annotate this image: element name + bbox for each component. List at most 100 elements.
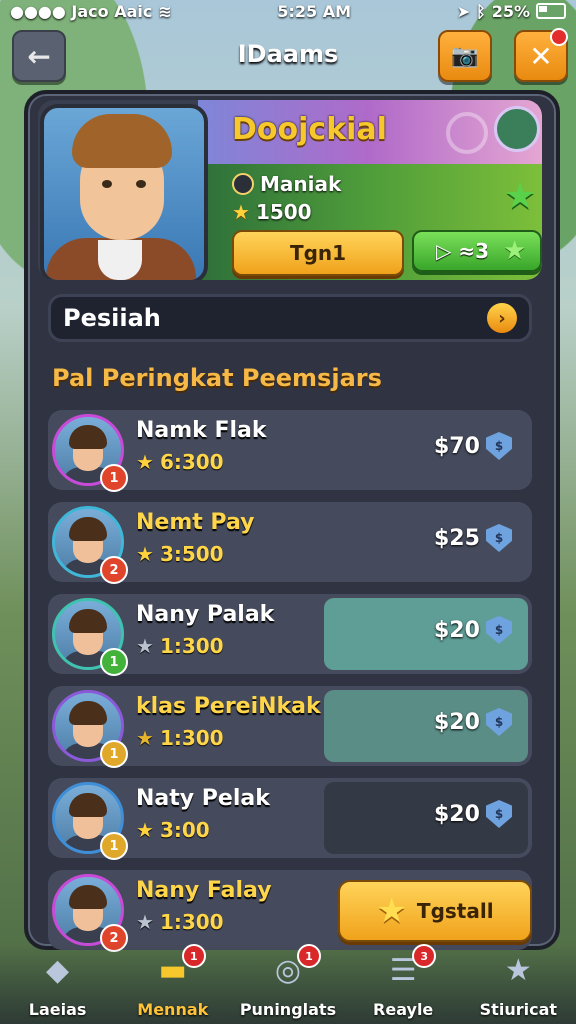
player-score: ★ 1:300 xyxy=(136,910,224,934)
player-score: ★ 1:300 xyxy=(136,726,224,750)
notification-badge: 3 xyxy=(412,944,437,968)
close-button[interactable]: ✕ xyxy=(514,28,568,82)
leaderboard-row[interactable]: 2 Nemt Pay ★ 3:500 $25 $ xyxy=(48,502,532,584)
nav-label: Reayle xyxy=(373,1000,434,1019)
player-score: ★ 3:500 xyxy=(136,542,224,566)
green-star-icon: ★ xyxy=(503,236,527,266)
friend-avatar[interactable] xyxy=(494,106,540,152)
avatar-hair xyxy=(69,793,107,817)
prize-amount: $25 xyxy=(434,526,480,551)
nav-item-reayle[interactable]: ☰ 3 Reayle xyxy=(348,944,458,1024)
nav-item-stiuricat[interactable]: ★ Stiuricat xyxy=(463,944,573,1024)
score-value: 1:300 xyxy=(159,634,224,658)
rank-badge: 2 xyxy=(100,556,128,584)
leaderboard-row[interactable]: 2 Nany Falay ★ 1:300 ★ Tgstall xyxy=(48,870,532,952)
leaderboard-row[interactable]: 1 klas PereiNkak ★ 1:300 $20 $ xyxy=(48,686,532,768)
location-icon: ➤ xyxy=(456,1,471,21)
prize-amount: $20 xyxy=(434,710,480,735)
player-score: ★ 3:00 xyxy=(136,818,210,842)
player-status-row: Maniak xyxy=(232,172,341,196)
primary-action-button[interactable]: Tgn1 xyxy=(232,230,404,276)
nav-item-puninglats[interactable]: ◎ 1 Puninglats xyxy=(233,944,343,1024)
player-name: Doojckial xyxy=(232,112,387,147)
player-name: Nany Palak xyxy=(136,602,275,627)
rank-badge: 1 xyxy=(100,648,128,676)
bottom-nav: ◆ Laeias ▬ 1 Mennak ◎ 1 Puninglats ☰ 3 Reayle ★ Stiu… xyxy=(0,944,576,1024)
score-value: 6:300 xyxy=(159,450,224,474)
carrier-label: ●●●● Jaco Aaic xyxy=(10,1,153,21)
play-button[interactable]: ▷ ≈3 ★ xyxy=(412,230,542,272)
avatar-eye-left xyxy=(102,180,112,188)
leaderboard-row[interactable]: 1 Nany Palak ★ 1:300 $20 $ xyxy=(48,594,532,676)
claim-button[interactable]: ★ Tgstall xyxy=(338,880,532,942)
nav-label: Mennak xyxy=(137,1000,209,1019)
star-icon: ★ xyxy=(232,200,250,224)
rank-badge: 1 xyxy=(100,464,128,492)
search-bar[interactable]: Pesiiah › xyxy=(48,294,532,342)
player-name: Nemt Pay xyxy=(136,510,255,535)
notification-badge: 1 xyxy=(296,944,321,968)
star-icon: ★ xyxy=(136,910,154,934)
camera-icon: 📷 xyxy=(451,43,479,69)
clock-label: 5:25 AM xyxy=(277,1,352,21)
star-icon: ★ xyxy=(136,726,154,750)
star-icon: ★ xyxy=(136,818,154,842)
score-value: 1:300 xyxy=(159,910,224,934)
player-score: ★ 6:300 xyxy=(136,450,224,474)
bluetooth-icon: ᛒ xyxy=(476,1,486,21)
chevron-right-icon[interactable]: › xyxy=(487,303,517,333)
profile-card: Doojckial Maniak ★ 1500 ★ Tgn1 ▷ ≈3 ★ xyxy=(38,100,542,280)
clock-icon xyxy=(232,173,254,195)
avatar-hair xyxy=(69,425,107,449)
nav-icon: ◆ xyxy=(46,952,70,988)
prize-amount: $20 xyxy=(434,802,480,827)
battery-icon xyxy=(536,3,566,19)
avatar-hair xyxy=(72,114,172,168)
close-icon: ✕ xyxy=(529,39,553,73)
nav-item-laeias[interactable]: ◆ Laeias xyxy=(3,944,113,1024)
nav-label: Puninglats xyxy=(239,1000,337,1019)
player-name: klas PereiNkak xyxy=(136,694,321,719)
shield-icon: $ xyxy=(486,432,512,460)
player-points: 1500 xyxy=(255,200,312,224)
star-icon: ★ xyxy=(376,891,407,931)
leaderboard-list: 1 Namk Flak ★ 6:300 $70 $ 2 Nemt Pay ★ 3… xyxy=(48,410,532,962)
nav-label: Laeias xyxy=(28,1000,87,1019)
search-label: Pesiiah xyxy=(63,304,161,332)
prize-amount: $70 xyxy=(434,434,480,459)
avatar-hair xyxy=(69,701,107,725)
star-icon: ★ xyxy=(136,634,154,658)
green-star-icon: ★ xyxy=(504,176,537,217)
arrow-left-icon: ← xyxy=(27,39,51,73)
camera-button[interactable]: 📷 xyxy=(438,30,492,82)
leaderboard-row[interactable]: 1 Namk Flak ★ 6:300 $70 $ xyxy=(48,410,532,492)
player-name: Namk Flak xyxy=(136,418,267,443)
top-bar: ← IDaams 📷 ✕ xyxy=(0,28,576,82)
progress-ring-icon xyxy=(446,112,488,154)
shield-icon: $ xyxy=(486,524,512,552)
back-button[interactable]: ← xyxy=(12,30,66,82)
star-icon: ★ xyxy=(136,450,154,474)
avatar-hair xyxy=(69,517,107,541)
rank-badge: 1 xyxy=(100,740,128,768)
battery-percent: 25% xyxy=(491,1,530,21)
player-points-row: ★ 1500 xyxy=(232,200,312,224)
leaderboard-title: Pal Peringkat Peemsjars xyxy=(52,364,382,392)
player-name: Naty Pelak xyxy=(136,786,270,811)
avatar-collar xyxy=(98,240,142,280)
nav-label: Stiuricat xyxy=(479,1000,558,1019)
player-avatar[interactable] xyxy=(40,104,208,280)
avatar-eye-right xyxy=(136,180,146,188)
nav-item-mennak[interactable]: ▬ 1 Mennak xyxy=(118,944,228,1024)
play-button-label: ▷ ≈3 xyxy=(436,239,490,263)
claim-button-label: Tgstall xyxy=(416,899,494,923)
notification-badge: 1 xyxy=(181,944,206,968)
nav-icon: ★ xyxy=(504,952,532,988)
leaderboard-row[interactable]: 1 Naty Pelak ★ 3:00 $20 $ xyxy=(48,778,532,860)
score-value: 3:00 xyxy=(159,818,210,842)
avatar-hair xyxy=(69,609,107,633)
star-icon: ★ xyxy=(136,542,154,566)
player-name: Nany Falay xyxy=(136,878,272,903)
player-status: Maniak xyxy=(260,172,342,196)
wifi-icon: ≋ xyxy=(158,1,172,21)
